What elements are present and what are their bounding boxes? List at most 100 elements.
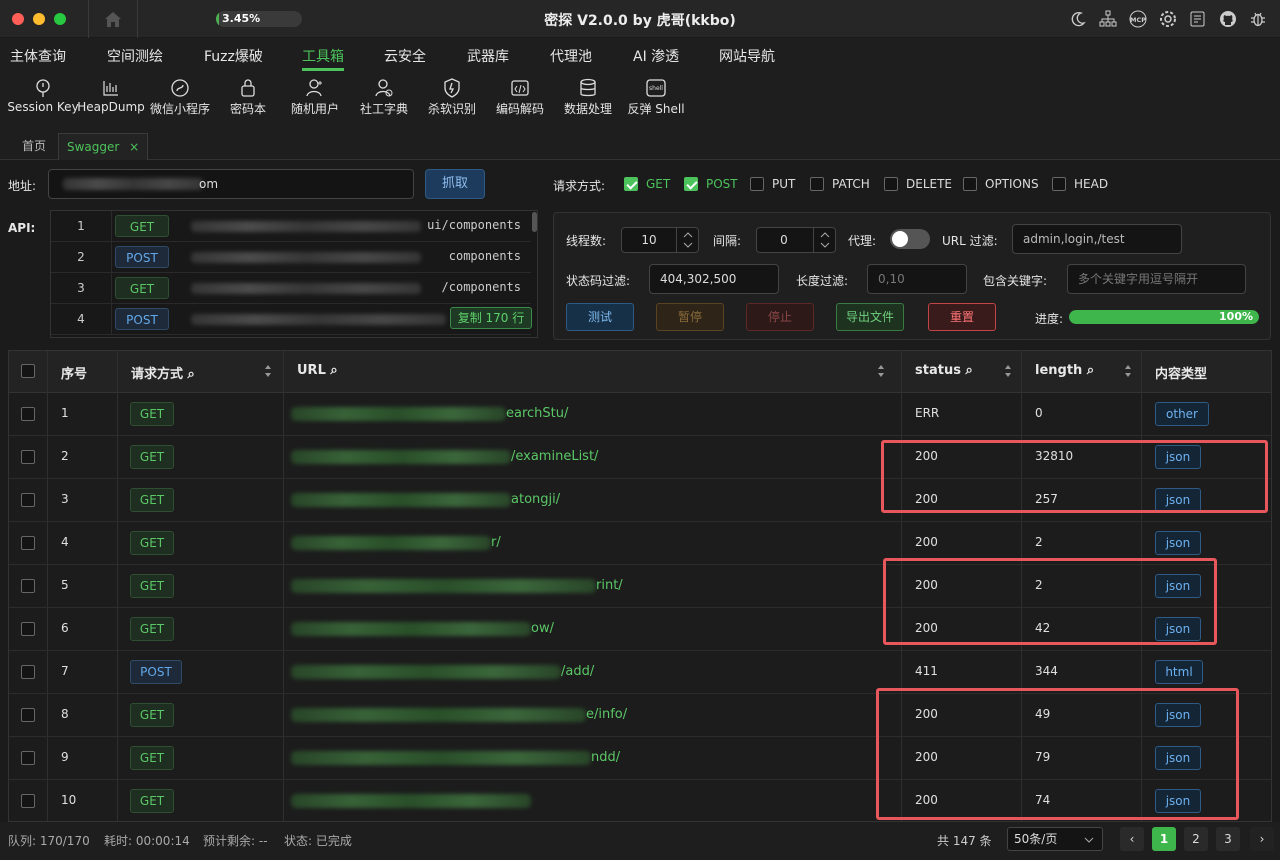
page-button-2[interactable]: 2 — [1184, 827, 1208, 851]
menu-item-0[interactable]: 主体查询 — [10, 46, 66, 66]
col-status[interactable]: status ⌕ — [915, 363, 973, 378]
sort-method-icon[interactable] — [264, 364, 272, 378]
row-checkbox[interactable] — [21, 579, 35, 593]
status-filter-input[interactable]: 404,302,500 — [649, 264, 779, 294]
api-list-scrollbar[interactable] — [532, 212, 537, 232]
method-option-label[interactable]: GET — [646, 177, 670, 191]
mcp-icon[interactable]: MCP — [1128, 9, 1148, 29]
interval-stepper[interactable]: 0 — [756, 227, 836, 253]
url-filter-input[interactable]: admin,login,/test — [1012, 224, 1182, 254]
log-icon[interactable] — [1188, 9, 1208, 29]
filter-icon[interactable]: ⌕ — [330, 363, 337, 378]
method-checkbox-delete[interactable] — [884, 177, 898, 191]
row-checkbox[interactable] — [21, 407, 35, 421]
row-checkbox[interactable] — [21, 450, 35, 464]
keyword-input[interactable]: 多个关键字用逗号隔开 — [1067, 264, 1246, 294]
url-link[interactable]: rint/ — [596, 578, 623, 593]
col-content-type[interactable]: 内容类型 — [1155, 363, 1207, 382]
url-link[interactable]: ow/ — [531, 621, 554, 636]
proxy-toggle[interactable] — [890, 229, 930, 249]
tab-swagger[interactable]: Swagger × — [58, 133, 149, 160]
col-method[interactable]: 请求方式 ⌕ — [131, 363, 195, 382]
status-code: 411 — [915, 664, 938, 678]
menu-item-5[interactable]: 武器库 — [467, 46, 509, 66]
sort-length-icon[interactable] — [1124, 364, 1132, 378]
fetch-button[interactable]: 抓取 — [425, 169, 485, 199]
gear-icon[interactable] — [1158, 9, 1178, 29]
menu-item-3[interactable]: 工具箱 — [302, 46, 344, 66]
tab-home[interactable]: 首页 — [14, 133, 54, 160]
api-list-item[interactable]: 2 POST components — [51, 242, 531, 273]
method-checkbox-head[interactable] — [1052, 177, 1066, 191]
menu-item-1[interactable]: 空间测绘 — [107, 46, 163, 66]
row-checkbox[interactable] — [21, 708, 35, 722]
url-link[interactable]: e/info/ — [586, 707, 627, 722]
url-link[interactable]: /add/ — [561, 664, 594, 679]
sort-status-icon[interactable] — [1004, 364, 1012, 378]
col-length[interactable]: length ⌕ — [1035, 363, 1094, 378]
row-checkbox[interactable] — [21, 536, 35, 550]
method-option-label[interactable]: HEAD — [1074, 177, 1108, 191]
method-option-label[interactable]: POST — [706, 177, 738, 191]
close-tab-icon[interactable]: × — [129, 140, 139, 154]
row-checkbox[interactable] — [21, 794, 35, 808]
table-row[interactable]: 1 GET earchStu/ERR 0 other — [9, 393, 1271, 436]
copy-rows-button[interactable]: 复制 170 行 — [450, 307, 532, 329]
sort-url-icon[interactable] — [877, 364, 885, 378]
menu-item-8[interactable]: 网站导航 — [719, 46, 775, 66]
url-link[interactable]: /examineList/ — [511, 449, 598, 464]
select-all-checkbox[interactable] — [21, 364, 35, 378]
api-list-item[interactable]: 3 GET/components — [51, 273, 531, 304]
tab-strip: 首页 Swagger × — [0, 131, 1280, 160]
url-link[interactable]: r/ — [491, 535, 501, 550]
method-checkbox-patch[interactable] — [810, 177, 824, 191]
method-checkbox-put[interactable] — [750, 177, 764, 191]
github-icon[interactable] — [1218, 9, 1238, 29]
method-option-label[interactable]: PUT — [772, 177, 795, 191]
row-checkbox[interactable] — [21, 751, 35, 765]
next-page-button[interactable]: › — [1250, 827, 1274, 851]
col-index[interactable]: 序号 — [61, 363, 87, 382]
api-list-item[interactable]: 1 GET ui/components — [51, 211, 531, 242]
menu-item-7[interactable]: AI 渗透 — [633, 46, 679, 66]
tool-random-user[interactable]: 随机用户 — [275, 78, 355, 117]
export-button[interactable]: 导出文件 — [836, 303, 904, 331]
method-checkbox-options[interactable] — [963, 177, 977, 191]
page-size-select[interactable]: 50条/页 — [1007, 827, 1103, 851]
method-checkbox-post[interactable] — [684, 177, 698, 191]
filter-icon[interactable]: ⌕ — [965, 363, 972, 378]
method-checkbox-get[interactable] — [624, 177, 638, 191]
row-checkbox[interactable] — [21, 622, 35, 636]
url-link[interactable]: ndd/ — [591, 750, 620, 765]
col-url[interactable]: URL ⌕ — [297, 363, 338, 378]
row-checkbox[interactable] — [21, 665, 35, 679]
reset-button[interactable]: 重置 — [928, 303, 996, 331]
filter-icon[interactable]: ⌕ — [1087, 363, 1094, 378]
moon-icon[interactable] — [1068, 9, 1088, 29]
page-button-3[interactable]: 3 — [1216, 827, 1240, 851]
filter-icon[interactable]: ⌕ — [188, 367, 195, 382]
address-input[interactable]: om — [48, 169, 414, 199]
stop-button[interactable]: 停止 — [746, 303, 814, 331]
length-filter-input[interactable]: 0,10 — [867, 264, 967, 294]
test-button[interactable]: 测试 — [566, 303, 634, 331]
row-checkbox[interactable] — [21, 493, 35, 507]
menu-item-6[interactable]: 代理池 — [550, 46, 592, 66]
method-option-label[interactable]: DELETE — [906, 177, 952, 191]
tool-heapdump[interactable]: HeapDump — [71, 78, 151, 114]
method-option-label[interactable]: OPTIONS — [985, 177, 1039, 191]
bug-icon[interactable] — [1248, 9, 1268, 29]
tool-reverse-shell[interactable]: shell 反弹 Shell — [616, 78, 696, 117]
pause-button[interactable]: 暂停 — [656, 303, 724, 331]
sitemap-icon[interactable] — [1098, 9, 1118, 29]
threads-stepper[interactable]: 10 — [621, 227, 699, 253]
url-link[interactable]: earchStu/ — [506, 406, 568, 421]
method-option-label[interactable]: PATCH — [832, 177, 870, 191]
url-link[interactable]: atongji/ — [511, 492, 560, 507]
prev-page-button[interactable]: ‹ — [1120, 827, 1144, 851]
page-button-1[interactable]: 1 — [1152, 827, 1176, 851]
menu-item-2[interactable]: Fuzz爆破 — [204, 46, 263, 66]
method-badge: GET — [130, 789, 174, 813]
menu-item-4[interactable]: 云安全 — [384, 46, 426, 66]
main-menu: 主体查询 空间测绘 Fuzz爆破 工具箱 云安全 武器库 代理池 AI 渗透 网站导航 — [0, 38, 1280, 72]
